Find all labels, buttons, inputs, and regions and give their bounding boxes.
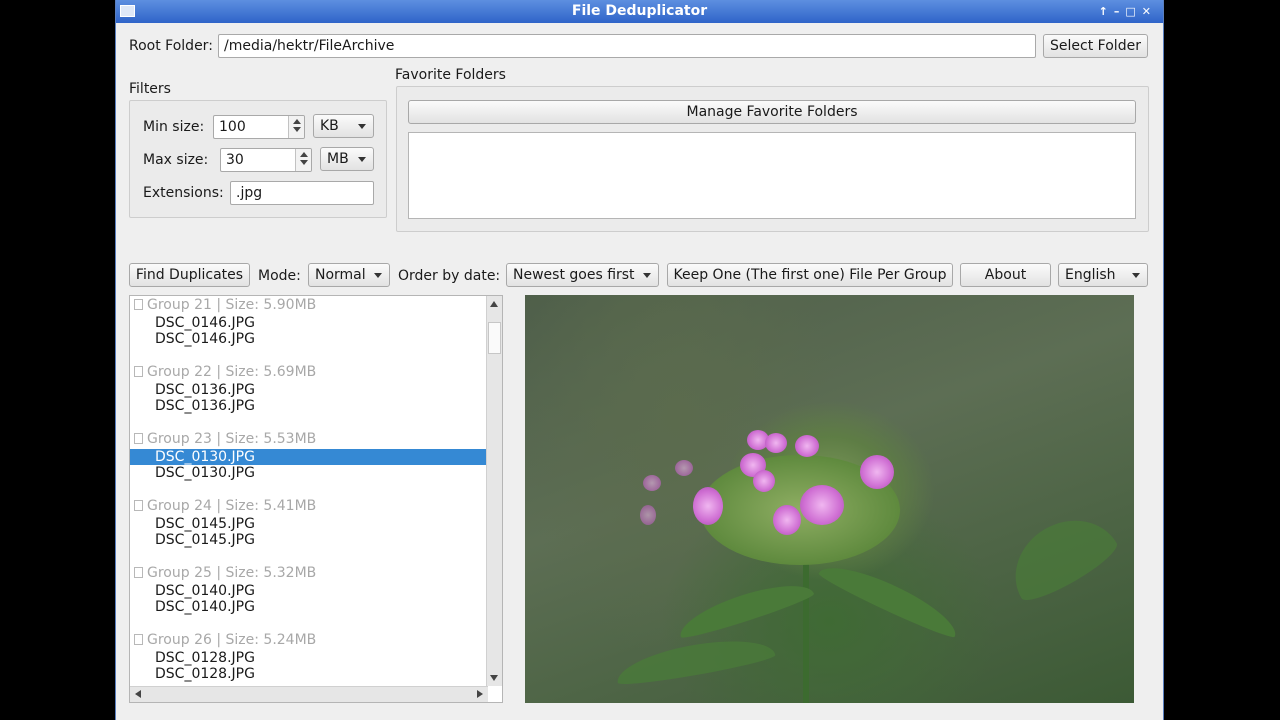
close-icon[interactable]: ✕ <box>1142 5 1157 18</box>
favorite-folders-group: Manage Favorite Folders <box>396 86 1149 232</box>
photo-leaf <box>674 574 816 642</box>
title-bar: File Deduplicator ↑–□✕ <box>116 0 1163 23</box>
language-select[interactable]: English <box>1058 263 1148 287</box>
horizontal-scrollbar[interactable] <box>130 686 488 702</box>
min-size-unit-value: KB <box>320 118 339 134</box>
photo-petal <box>795 435 819 457</box>
photo-petal <box>640 505 656 525</box>
extensions-input[interactable]: .jpg <box>230 181 374 205</box>
max-size-input[interactable]: 30 <box>220 148 312 172</box>
min-size-input[interactable]: 100 <box>213 115 305 139</box>
chevron-down-icon <box>358 124 366 129</box>
order-by-date-value: Newest goes first <box>513 267 635 283</box>
chevron-down-icon <box>358 157 366 162</box>
chevron-down-icon <box>374 273 382 278</box>
group-header[interactable]: Group 24 | Size: 5.41MB <box>134 498 316 514</box>
photo-leaf <box>816 554 964 642</box>
mode-value: Normal <box>315 267 366 283</box>
window-title: File Deduplicator <box>571 3 708 19</box>
max-size-spinner[interactable] <box>295 149 311 171</box>
chevron-down-icon <box>643 273 651 278</box>
photo-petal <box>753 470 775 492</box>
min-size-unit-select[interactable]: KB <box>313 114 374 138</box>
scroll-thumb[interactable] <box>488 322 501 354</box>
file-icon <box>134 567 143 578</box>
max-size-unit-value: MB <box>327 151 349 167</box>
max-size-unit-select[interactable]: MB <box>320 147 374 171</box>
photo-leaf <box>613 631 777 689</box>
extensions-label: Extensions: <box>143 185 224 201</box>
scroll-up-icon[interactable] <box>490 301 498 307</box>
file-icon <box>134 500 143 511</box>
photo-petal <box>773 505 801 535</box>
file-icon <box>134 433 143 444</box>
list-item[interactable]: DSC_0146.JPG <box>130 315 488 331</box>
photo-petal <box>643 475 661 491</box>
list-item-selected[interactable]: DSC_0130.JPG <box>130 449 488 465</box>
list-item[interactable]: DSC_0128.JPG <box>130 650 488 666</box>
scroll-left-icon[interactable] <box>135 690 141 698</box>
mode-label: Mode: <box>258 268 301 284</box>
favorite-folders-list[interactable] <box>408 132 1136 219</box>
image-preview <box>525 295 1134 703</box>
list-item[interactable]: DSC_0130.JPG <box>130 465 488 481</box>
list-item[interactable]: DSC_0136.JPG <box>130 382 488 398</box>
group-header[interactable]: Group 23 | Size: 5.53MB <box>134 431 316 447</box>
chevron-down-icon <box>1132 273 1140 278</box>
minimize-icon[interactable]: – <box>1114 5 1126 18</box>
root-folder-label: Root Folder: <box>129 38 213 54</box>
photo-petal <box>693 487 723 525</box>
max-size-value: 30 <box>226 152 244 168</box>
group-header[interactable]: Group 21 | Size: 5.90MB <box>134 297 316 313</box>
min-size-value: 100 <box>219 119 246 135</box>
manage-favorite-folders-button[interactable]: Manage Favorite Folders <box>408 100 1136 124</box>
favorite-folders-title: Favorite Folders <box>395 67 506 83</box>
max-size-label: Max size: <box>143 152 209 168</box>
group-header[interactable]: Group 26 | Size: 5.24MB <box>134 632 316 648</box>
keep-above-icon[interactable]: ↑ <box>1099 5 1114 18</box>
file-icon <box>134 366 143 377</box>
language-value: English <box>1065 267 1116 283</box>
duplicate-groups-list[interactable]: Group 21 | Size: 5.90MB DSC_0146.JPG DSC… <box>129 295 503 703</box>
list-item[interactable]: DSC_0136.JPG <box>130 398 488 414</box>
photo-petal <box>860 455 894 489</box>
root-folder-input[interactable]: /media/hektr/FileArchive <box>218 34 1036 58</box>
window-menu-icon[interactable] <box>120 5 135 17</box>
photo-petal <box>765 433 787 453</box>
list-item[interactable]: DSC_0140.JPG <box>130 599 488 615</box>
order-by-date-label: Order by date: <box>398 268 501 284</box>
group-header[interactable]: Group 25 | Size: 5.32MB <box>134 565 316 581</box>
photo-petal <box>800 485 844 525</box>
find-duplicates-button[interactable]: Find Duplicates <box>129 263 250 287</box>
window-controls[interactable]: ↑–□✕ <box>1099 0 1157 23</box>
list-item[interactable]: DSC_0145.JPG <box>130 532 488 548</box>
scroll-right-icon[interactable] <box>477 690 483 698</box>
min-size-spinner[interactable] <box>288 116 304 138</box>
keep-one-per-group-button[interactable]: Keep One (The first one) File Per Group <box>667 263 953 287</box>
maximize-icon[interactable]: □ <box>1125 5 1141 18</box>
select-folder-button[interactable]: Select Folder <box>1043 34 1148 58</box>
order-by-date-select[interactable]: Newest goes first <box>506 263 659 287</box>
about-button[interactable]: About <box>960 263 1051 287</box>
filters-group: Min size: 100 KB Max size: 30 MB Extensi… <box>129 100 387 218</box>
filters-title: Filters <box>129 81 171 97</box>
list-item[interactable]: DSC_0140.JPG <box>130 583 488 599</box>
vertical-scrollbar[interactable] <box>486 296 502 686</box>
list-item[interactable]: DSC_0146.JPG <box>130 331 488 347</box>
mode-select[interactable]: Normal <box>308 263 390 287</box>
list-item[interactable]: DSC_0145.JPG <box>130 516 488 532</box>
list-item[interactable]: DSC_0128.JPG <box>130 666 488 682</box>
group-header[interactable]: Group 22 | Size: 5.69MB <box>134 364 316 380</box>
file-icon <box>134 299 143 310</box>
scroll-down-icon[interactable] <box>490 675 498 681</box>
app-window: File Deduplicator ↑–□✕ Root Folder: /med… <box>115 0 1164 720</box>
photo-petal <box>675 460 693 476</box>
file-icon <box>134 634 143 645</box>
photo-leaf <box>997 501 1123 609</box>
min-size-label: Min size: <box>143 119 205 135</box>
